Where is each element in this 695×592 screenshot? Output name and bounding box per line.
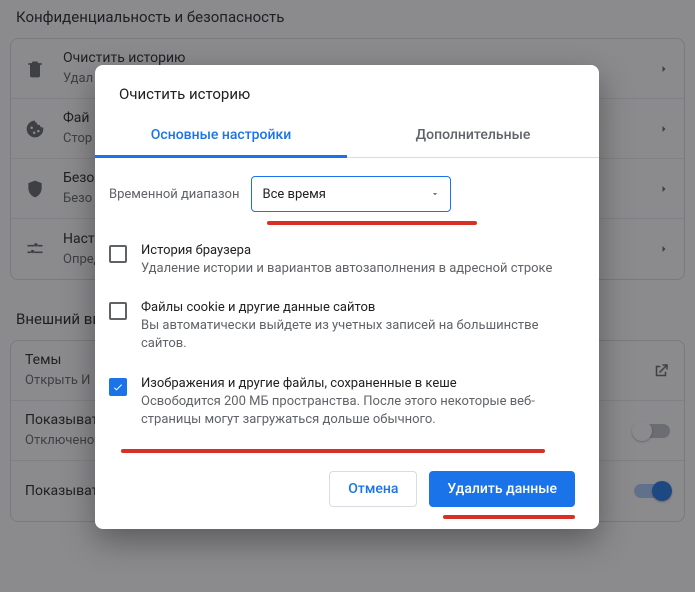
annotation-underline [121, 449, 545, 453]
dialog-actions: Отмена Удалить данные [95, 471, 599, 513]
time-range-select[interactable]: Все время [251, 176, 451, 212]
option-cookies-title: Файлы cookie и другие данные сайтов [141, 300, 585, 315]
dropdown-caret-icon [430, 189, 440, 199]
delete-data-button[interactable]: Удалить данные [429, 471, 575, 507]
option-history-desc: Удаление истории и вариантов автозаполне… [141, 260, 552, 278]
time-range-row: Временной диапазон Все время [109, 176, 585, 220]
tab-basic[interactable]: Основные настройки [95, 117, 347, 158]
checkbox-cookies[interactable] [109, 302, 127, 320]
option-history[interactable]: История браузера Удаление истории и вари… [109, 235, 585, 292]
checkbox-history[interactable] [109, 245, 127, 263]
checkbox-cache[interactable] [109, 378, 127, 396]
dialog-tabs: Основные настройки Дополнительные [95, 117, 599, 158]
tab-advanced[interactable]: Дополнительные [347, 117, 599, 157]
annotation-underline [443, 515, 575, 519]
option-cookies-desc: Вы автоматически выйдете из учетных запи… [141, 317, 585, 353]
cancel-button[interactable]: Отмена [329, 471, 417, 507]
dialog-body: Временной диапазон Все время История бра… [95, 158, 599, 471]
time-range-label: Временной диапазон [109, 187, 239, 202]
option-cache-title: Изображения и другие файлы, сохраненные … [141, 376, 585, 391]
dialog-title: Очистить историю [95, 65, 599, 117]
option-history-title: История браузера [141, 243, 552, 258]
option-cookies[interactable]: Файлы cookie и другие данные сайтов Вы а… [109, 292, 585, 367]
annotation-underline [267, 221, 477, 225]
clear-history-dialog: Очистить историю Основные настройки Допо… [95, 65, 599, 529]
time-range-value: Все время [262, 187, 325, 202]
check-icon [112, 381, 124, 393]
option-cache[interactable]: Изображения и другие файлы, сохраненные … [109, 368, 585, 443]
option-cache-desc: Освободится 200 МБ пространства. После э… [141, 393, 585, 429]
